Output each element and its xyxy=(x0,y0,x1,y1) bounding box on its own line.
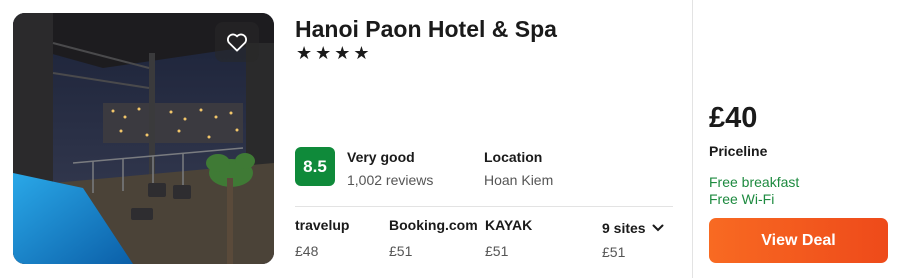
feature-free-wifi: Free Wi-Fi xyxy=(709,191,775,207)
more-sites-dropdown[interactable]: 9 sites xyxy=(602,220,664,236)
star-rating: ★★★★ xyxy=(296,43,373,64)
deal-price: £40 xyxy=(709,102,758,134)
chevron-down-icon xyxy=(652,224,664,232)
review-count[interactable]: 1,002 reviews xyxy=(347,172,433,188)
site-offer-kayak[interactable]: KAYAK £51 xyxy=(485,217,532,259)
site-name: travelup xyxy=(295,217,350,233)
hotel-result-card[interactable]: Hanoi Paon Hotel & Spa ★★★★ 8.5 Very goo… xyxy=(0,0,905,278)
view-deal-button[interactable]: View Deal xyxy=(709,218,888,263)
hotel-name[interactable]: Hanoi Paon Hotel & Spa xyxy=(295,16,557,43)
location-value: Hoan Kiem xyxy=(484,172,554,188)
deal-provider: Priceline xyxy=(709,143,768,159)
more-sites-label: 9 sites xyxy=(602,220,646,236)
favorite-button[interactable] xyxy=(215,22,259,62)
site-name: KAYAK xyxy=(485,217,533,233)
site-name: Booking.com xyxy=(389,217,478,233)
feature-free-breakfast: Free breakfast xyxy=(709,174,800,190)
site-offer-travelup[interactable]: travelup £48 xyxy=(295,217,349,259)
site-price: £48 xyxy=(295,243,319,259)
more-sites-price: £51 xyxy=(602,244,626,260)
site-price: £51 xyxy=(485,243,509,259)
column-divider xyxy=(692,0,693,278)
rating-label: Very good xyxy=(347,149,415,165)
site-offer-booking[interactable]: Booking.com £51 xyxy=(389,217,478,259)
location-label: Location xyxy=(484,149,543,165)
divider xyxy=(295,206,673,207)
site-price: £51 xyxy=(389,243,413,259)
heart-icon xyxy=(226,33,248,52)
review-score-badge: 8.5 xyxy=(295,147,335,186)
